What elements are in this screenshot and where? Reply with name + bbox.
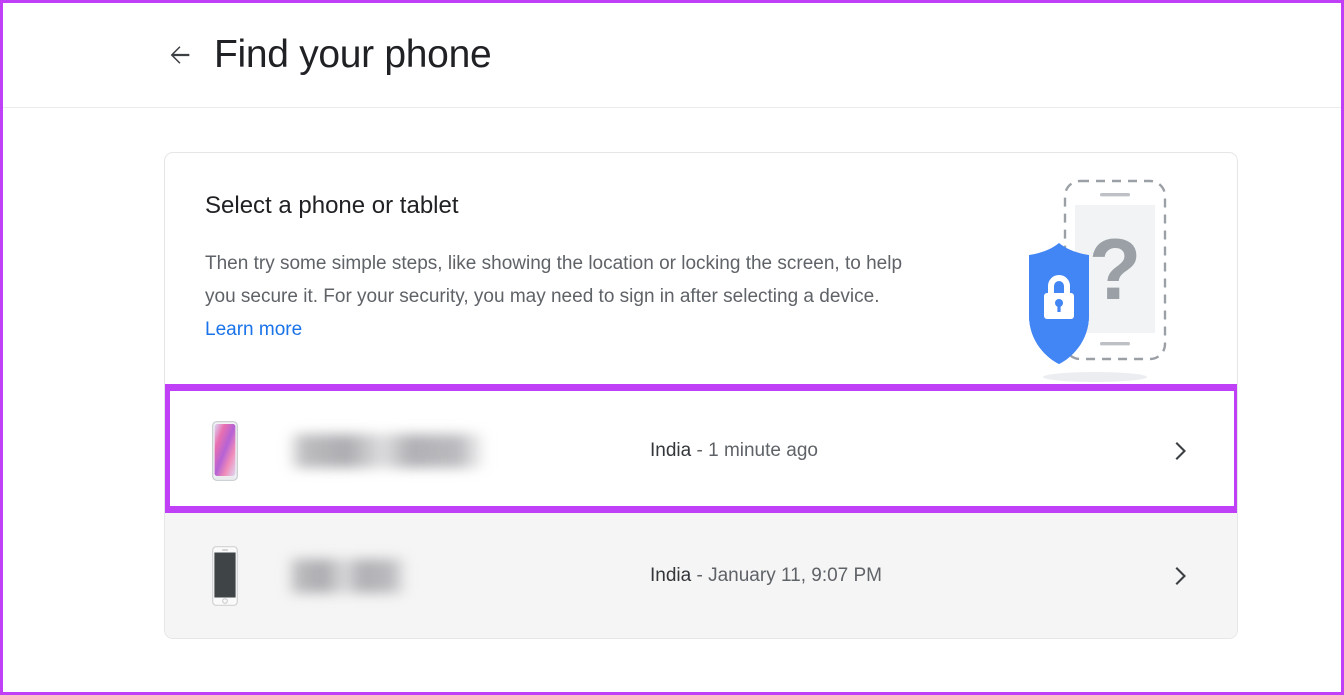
device-location-time: India - January 11, 9:07 PM — [650, 564, 882, 588]
device-meta-separator: - — [696, 564, 703, 586]
back-button[interactable] — [165, 40, 195, 70]
device-list-item[interactable]: India - 1 minute ago — [165, 388, 1237, 513]
device-location: India — [650, 440, 692, 461]
phone-dark-screen-icon — [203, 541, 247, 611]
page-content: Select a phone or tablet Then try some s… — [3, 108, 1341, 639]
phone-shield-lock-illustration: ? — [1017, 175, 1185, 387]
arrow-left-icon — [166, 41, 194, 69]
device-last-seen: 1 minute ago — [708, 440, 818, 461]
card-description: Then try some simple steps, like showing… — [205, 247, 923, 346]
device-location-time: India - 1 minute ago — [650, 439, 818, 463]
chevron-right-icon[interactable] — [1167, 563, 1193, 589]
device-location: India — [650, 564, 692, 586]
device-list-item[interactable]: India - January 11, 9:07 PM — [165, 513, 1237, 638]
phone-gradient-wallpaper-icon — [203, 416, 247, 486]
chevron-right-icon[interactable] — [1167, 438, 1193, 464]
device-meta-separator: - — [696, 440, 703, 461]
page-header: Find your phone — [3, 3, 1341, 108]
device-name-redacted — [287, 558, 408, 593]
find-your-phone-screen: Find your phone Select a phone or tablet… — [0, 0, 1344, 695]
card-description-text: Then try some simple steps, like showing… — [205, 253, 903, 307]
card-header-section: Select a phone or tablet Then try some s… — [165, 153, 1237, 388]
page-title: Find your phone — [214, 33, 492, 76]
device-name-redacted — [287, 434, 487, 468]
select-device-card: Select a phone or tablet Then try some s… — [164, 152, 1238, 639]
svg-text:?: ? — [1089, 222, 1142, 318]
device-last-seen: January 11, 9:07 PM — [708, 564, 883, 586]
learn-more-link[interactable]: Learn more — [205, 319, 302, 340]
device-row-1-wrapper: India - 1 minute ago — [165, 384, 1237, 513]
